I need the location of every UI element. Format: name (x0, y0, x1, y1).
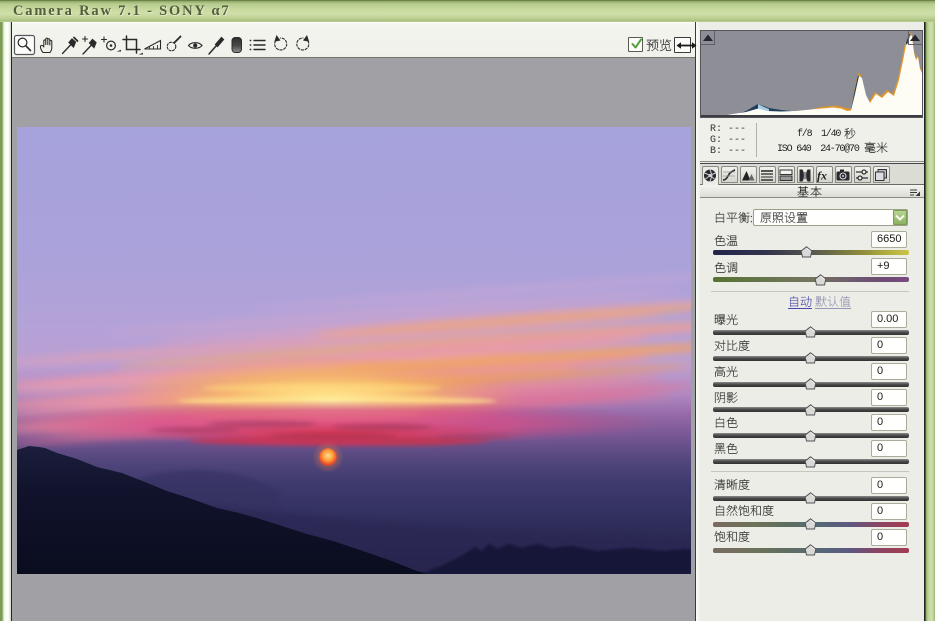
svg-text:fx: fx (817, 169, 827, 183)
